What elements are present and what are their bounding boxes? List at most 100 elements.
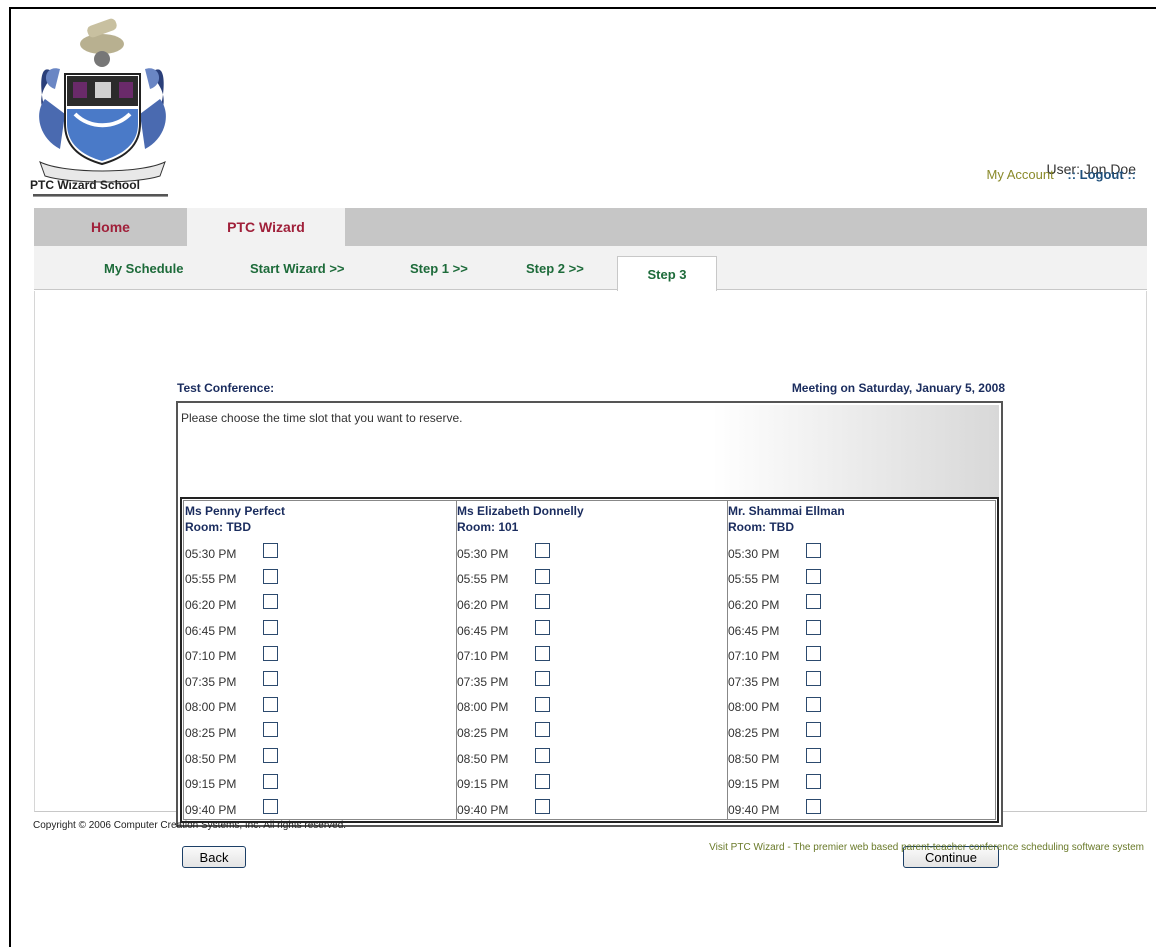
slot-time: 08:00 PM <box>185 700 237 715</box>
teacher-column: Mr. Shammai Ellman Room: TBD 05:30 PM 05… <box>727 501 998 819</box>
slot-checkbox[interactable] <box>263 620 278 636</box>
slot-checkbox[interactable] <box>806 671 821 687</box>
slot-checkbox[interactable] <box>806 722 821 738</box>
slot-checkbox[interactable] <box>806 799 821 815</box>
slot-row: 09:40 PM <box>185 797 278 823</box>
slot-list: 05:30 PM 05:55 PM 06:20 PM 06:45 PM 07:1… <box>185 541 278 823</box>
slot-checkbox[interactable] <box>806 594 821 610</box>
slot-checkbox[interactable] <box>806 568 821 584</box>
slot-time: 08:50 PM <box>728 751 780 766</box>
slot-checkbox[interactable] <box>806 696 821 712</box>
slot-time: 05:55 PM <box>728 572 780 587</box>
tab-ptc-wizard[interactable]: PTC Wizard <box>187 208 345 246</box>
slot-checkbox[interactable] <box>806 620 821 636</box>
slot-checkbox[interactable] <box>806 773 821 789</box>
slot-checkbox[interactable] <box>535 748 550 764</box>
slot-checkbox[interactable] <box>263 543 278 559</box>
teacher-name: Ms Elizabeth Donnelly <box>457 504 584 518</box>
slot-row: 08:50 PM <box>457 746 550 772</box>
logout-suffix: :: <box>1127 167 1136 182</box>
subtab-step-2[interactable]: Step 2 >> <box>526 246 584 290</box>
slot-row: 08:00 PM <box>457 695 550 721</box>
slot-checkbox[interactable] <box>535 696 550 712</box>
teacher-name: Mr. Shammai Ellman <box>728 504 845 518</box>
slot-checkbox[interactable] <box>806 543 821 559</box>
slot-checkbox[interactable] <box>535 799 550 815</box>
slot-row: 05:30 PM <box>185 541 278 567</box>
slot-time: 05:55 PM <box>457 572 509 587</box>
slot-checkbox[interactable] <box>263 645 278 661</box>
slot-time: 07:35 PM <box>457 674 509 689</box>
slot-row: 08:50 PM <box>185 746 278 772</box>
meeting-date: Meeting on Saturday, January 5, 2008 <box>791 381 1005 395</box>
slot-checkbox[interactable] <box>263 696 278 712</box>
slot-time: 09:40 PM <box>185 802 237 817</box>
slot-checkbox[interactable] <box>535 594 550 610</box>
subtab-step-3[interactable]: Step 3 <box>617 256 717 292</box>
slot-checkbox[interactable] <box>535 722 550 738</box>
slot-checkbox[interactable] <box>263 748 278 764</box>
slot-checkbox[interactable] <box>535 543 550 559</box>
slot-checkbox[interactable] <box>263 799 278 815</box>
slot-time: 06:20 PM <box>457 597 509 612</box>
teacher-column: Ms Elizabeth Donnelly Room: 101 05:30 PM… <box>456 501 727 819</box>
subtab-step-1[interactable]: Step 1 >> <box>410 246 468 290</box>
slot-time: 08:00 PM <box>728 700 780 715</box>
slot-time: 09:15 PM <box>185 777 237 792</box>
slot-time: 06:45 PM <box>728 623 780 638</box>
slot-time: 07:10 PM <box>185 649 237 664</box>
instructions: Please choose the time slot that you wan… <box>180 405 999 497</box>
slot-checkbox[interactable] <box>263 671 278 687</box>
slot-row: 08:25 PM <box>185 720 278 746</box>
logout-wrapper: :: Logout :: <box>1067 167 1136 182</box>
slot-row: 05:30 PM <box>457 541 550 567</box>
slot-list: 05:30 PM 05:55 PM 06:20 PM 06:45 PM 07:1… <box>457 541 550 823</box>
account-actions: My Account :: Logout :: <box>987 167 1136 182</box>
slot-time: 08:25 PM <box>457 725 509 740</box>
slot-time: 05:55 PM <box>185 572 237 587</box>
slot-time: 07:10 PM <box>457 649 509 664</box>
slot-checkbox[interactable] <box>535 620 550 636</box>
slot-row: 08:25 PM <box>728 720 821 746</box>
wizard-subtab-bar: My Schedule Start Wizard >> Step 1 >> St… <box>34 246 1147 292</box>
teacher-room: Room: TBD <box>728 520 794 534</box>
logout-link[interactable]: Logout <box>1080 167 1124 182</box>
teacher-name: Ms Penny Perfect <box>185 504 286 518</box>
slot-row: 08:25 PM <box>457 720 550 746</box>
slot-checkbox[interactable] <box>535 568 550 584</box>
slot-checkbox[interactable] <box>263 568 278 584</box>
slot-row: 05:30 PM <box>728 541 821 567</box>
slot-checkbox[interactable] <box>263 773 278 789</box>
my-account-link[interactable]: My Account <box>987 167 1054 182</box>
slot-row: 05:55 PM <box>185 567 278 593</box>
slot-time: 08:25 PM <box>185 725 237 740</box>
slot-time: 08:25 PM <box>728 725 780 740</box>
slot-row: 09:15 PM <box>457 771 550 797</box>
subtab-my-schedule[interactable]: My Schedule <box>104 246 183 290</box>
slot-checkbox[interactable] <box>535 645 550 661</box>
slot-time: 06:20 PM <box>185 597 237 612</box>
slot-checkbox[interactable] <box>263 594 278 610</box>
slot-row: 07:35 PM <box>457 669 550 695</box>
slot-time: 07:10 PM <box>728 649 780 664</box>
slot-row: 07:35 PM <box>185 669 278 695</box>
slot-row: 09:15 PM <box>185 771 278 797</box>
tab-home[interactable]: Home <box>34 208 187 246</box>
slot-checkbox[interactable] <box>535 671 550 687</box>
slot-time: 08:00 PM <box>457 700 509 715</box>
slot-checkbox[interactable] <box>535 773 550 789</box>
school-name-underline <box>33 194 168 197</box>
slot-checkbox[interactable] <box>263 722 278 738</box>
back-button[interactable]: Back <box>182 846 246 868</box>
visit-ptc-link[interactable]: Visit PTC Wizard - The premier web based… <box>709 842 1144 853</box>
slot-row: 06:20 PM <box>185 592 278 618</box>
slot-row: 07:10 PM <box>457 643 550 669</box>
slot-time: 08:50 PM <box>185 751 237 766</box>
slot-row: 05:55 PM <box>457 567 550 593</box>
slot-time: 05:30 PM <box>185 546 237 561</box>
subtab-start-wizard[interactable]: Start Wizard >> <box>250 246 345 290</box>
slot-checkbox[interactable] <box>806 748 821 764</box>
slot-row: 05:55 PM <box>728 567 821 593</box>
slot-time: 05:30 PM <box>728 546 780 561</box>
slot-checkbox[interactable] <box>806 645 821 661</box>
